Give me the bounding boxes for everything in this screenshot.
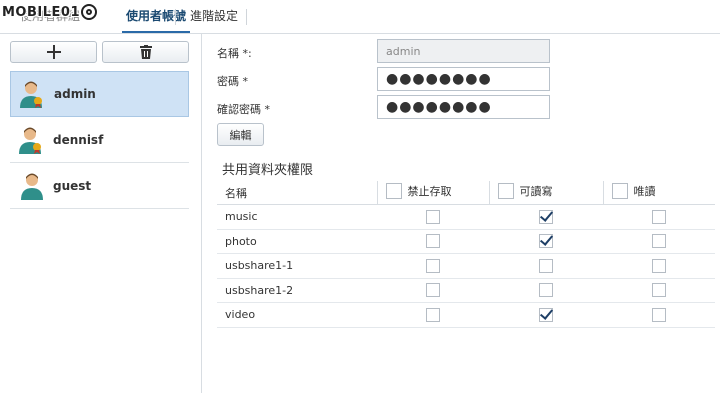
confirm-password-label: 確認密碼 *: [217, 103, 270, 116]
select-all-ro-checkbox[interactable]: [611, 183, 628, 199]
tab-user-accounts[interactable]: 使用者帳號: [122, 0, 191, 33]
read-only-checkbox[interactable]: [652, 258, 666, 273]
user-list-item[interactable]: admin: [10, 71, 189, 117]
user-list-item[interactable]: dennisf: [10, 117, 189, 163]
plus-icon: [46, 45, 61, 59]
deny-cell: [377, 229, 489, 254]
folder-name: photo: [217, 229, 377, 254]
tab-bar: 使用者群組 MOBILE01 使用者帳號 進階設定: [0, 0, 720, 34]
ro-label: 唯讀: [633, 185, 656, 198]
watermark-text: MOBILE01: [2, 4, 80, 20]
watermark-logo: MOBILE01: [2, 2, 98, 22]
user-icon: [21, 173, 43, 200]
user-name: guest: [53, 178, 92, 193]
read-write-cell: [489, 229, 603, 254]
table-row: usbshare1-2: [217, 278, 715, 303]
read-only-cell: [603, 253, 715, 279]
admin-user-icon: [20, 81, 42, 108]
read-write-checkbox[interactable]: [539, 258, 553, 273]
deny-checkbox[interactable]: [426, 258, 440, 273]
read-write-cell: [489, 204, 603, 230]
folder-name: video: [217, 302, 377, 328]
read-only-checkbox[interactable]: [652, 234, 666, 249]
folder-name: usbshare1-1: [217, 253, 377, 279]
folder-name: usbshare1-2: [217, 278, 377, 303]
read-write-cell: [489, 302, 603, 328]
deny-cell: [377, 302, 489, 328]
table-row: photo: [217, 229, 715, 254]
deny-label: 禁止存取: [407, 185, 452, 198]
read-only-checkbox[interactable]: [652, 307, 666, 322]
table-header-row: 名稱 禁止存取 可讀寫 唯讀: [217, 181, 715, 205]
read-write-checkbox[interactable]: [539, 283, 553, 298]
read-only-cell: [603, 229, 715, 254]
trash-icon: [139, 45, 152, 59]
read-only-checkbox[interactable]: [652, 283, 666, 298]
permissions-title: 共用資料夾權限: [222, 163, 314, 178]
rw-label: 可讀寫: [519, 185, 553, 198]
tab-advanced-settings[interactable]: 進階設定: [190, 0, 238, 33]
admin-user-icon: [19, 127, 41, 154]
table-row: usbshare1-1: [217, 253, 715, 279]
column-header-deny: 禁止存取: [376, 181, 489, 205]
user-list-item[interactable]: guest: [10, 163, 189, 209]
name-field[interactable]: [377, 39, 550, 63]
deny-checkbox[interactable]: [426, 209, 440, 224]
read-write-checkbox[interactable]: [539, 307, 553, 322]
password-field[interactable]: ●●●●●●●●: [377, 67, 550, 91]
user-list: admin dennisf guest: [10, 71, 189, 209]
delete-user-button[interactable]: [102, 41, 189, 63]
column-header-ro: 唯讀: [602, 181, 715, 205]
tab-divider: [246, 9, 247, 25]
permissions-table: 名稱 禁止存取 可讀寫 唯讀 music photo usbshare1-1 usbs…: [217, 181, 715, 328]
read-write-checkbox[interactable]: [539, 234, 553, 249]
read-write-cell: [489, 253, 603, 279]
deny-checkbox[interactable]: [426, 283, 440, 298]
read-only-cell: [603, 302, 715, 328]
read-only-cell: [603, 204, 715, 230]
tab-divider: [175, 9, 176, 25]
read-write-cell: [489, 278, 603, 303]
edit-button[interactable]: 編輯: [217, 123, 264, 146]
password-label: 密碼 *: [217, 75, 248, 88]
read-only-cell: [603, 278, 715, 303]
read-only-checkbox[interactable]: [652, 209, 666, 224]
deny-cell: [377, 204, 489, 230]
deny-cell: [377, 253, 489, 279]
add-user-button[interactable]: [10, 41, 97, 63]
user-name: admin: [54, 87, 96, 101]
table-row: video: [217, 302, 715, 328]
deny-checkbox[interactable]: [426, 307, 440, 322]
pane-divider: [201, 33, 202, 393]
name-label: 名稱 *:: [217, 47, 252, 60]
user-name: dennisf: [53, 132, 104, 147]
folder-name: music: [217, 204, 377, 230]
table-row: music: [217, 204, 715, 230]
select-all-deny-checkbox[interactable]: [385, 183, 402, 199]
deny-checkbox[interactable]: [426, 234, 440, 249]
select-all-rw-checkbox[interactable]: [497, 183, 514, 199]
confirm-password-field[interactable]: ●●●●●●●●: [377, 95, 550, 119]
read-write-checkbox[interactable]: [539, 209, 553, 224]
column-header-name: 名稱: [217, 181, 377, 205]
column-header-rw: 可讀寫: [488, 181, 603, 205]
deny-cell: [377, 278, 489, 303]
watermark-ring-icon: [81, 4, 97, 20]
